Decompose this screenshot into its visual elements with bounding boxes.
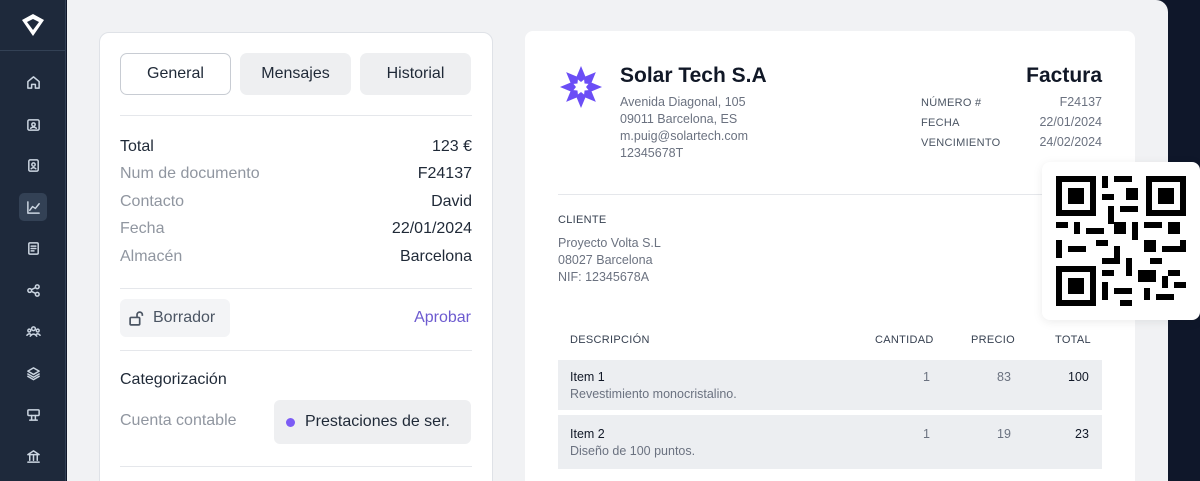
- document-detail-panel: General Mensajes Historial Total 123 € N…: [99, 32, 493, 481]
- account-label: Cuenta contable: [120, 412, 237, 429]
- company-name: Solar Tech S.A: [620, 64, 767, 87]
- company-email: m.puig@solartech.com: [620, 129, 749, 143]
- client-tax-id: NIF: 12345678A: [558, 270, 650, 284]
- client-address-line: 08027 Barcelona: [558, 253, 653, 267]
- detail-row-date: Fecha 22/01/2024: [120, 220, 472, 238]
- detail-label: Almacén: [120, 248, 183, 265]
- column-header-description: DESCRIPCIÓN: [570, 334, 650, 346]
- invoice-date-label: FECHA: [921, 117, 960, 129]
- item-quantity: 1: [923, 370, 930, 384]
- invoice-date-value: 22/01/2024: [1039, 115, 1102, 129]
- column-header-quantity: CANTIDAD: [875, 334, 934, 346]
- invoice-divider: [558, 194, 1102, 195]
- detail-label: Fecha: [120, 220, 165, 237]
- detail-row-document-number: Num de documento F24137: [120, 165, 472, 183]
- divider: [120, 350, 472, 351]
- divider: [120, 466, 472, 467]
- item-total: 23: [1075, 427, 1089, 441]
- detail-value: 22/01/2024: [391, 220, 472, 237]
- layers-icon[interactable]: [19, 359, 47, 387]
- table-row: Item 1 Revestimiento monocristalino. 1 8…: [558, 360, 1102, 410]
- item-description: Diseño de 100 puntos.: [570, 444, 696, 458]
- item-price: 83: [997, 370, 1011, 384]
- detail-label: Num de documento: [120, 165, 260, 182]
- solar-brand-icon: [560, 66, 602, 108]
- item-name: Item 2: [570, 427, 605, 441]
- qr-code-card: [1042, 162, 1200, 320]
- detail-value: F24137: [417, 165, 472, 182]
- company-tax-id: 12345678T: [620, 146, 684, 160]
- qr-code-icon: [1056, 176, 1186, 306]
- detail-value: 123 €: [431, 138, 472, 155]
- detail-value: Barcelona: [399, 248, 472, 265]
- client-label: CLIENTE: [558, 214, 607, 226]
- sidebar: [0, 0, 66, 481]
- item-quantity: 1: [923, 427, 930, 441]
- categorization-title: Categorización: [120, 371, 227, 388]
- invoice-number-label: NÚMERO #: [921, 97, 982, 109]
- unlock-icon: [129, 310, 144, 326]
- sidebar-divider: [0, 50, 66, 51]
- app-logo[interactable]: [20, 12, 46, 38]
- table-row: Item 2 Diseño de 100 puntos. 1 19 23: [558, 415, 1102, 469]
- account-value: Prestaciones de ser.: [305, 413, 450, 430]
- invoice-number-value: F24137: [1059, 95, 1102, 109]
- category-dot-icon: [286, 417, 295, 427]
- invoice-title: Factura: [1026, 64, 1102, 87]
- home-icon[interactable]: [19, 68, 47, 96]
- contact-card-icon[interactable]: [19, 110, 47, 138]
- document-icon[interactable]: [19, 234, 47, 262]
- tab-historial[interactable]: Historial: [360, 53, 471, 95]
- company-address-line: Avenida Diagonal, 105: [620, 95, 746, 109]
- detail-label: Contacto: [120, 193, 185, 210]
- item-total: 100: [1068, 370, 1089, 384]
- draft-label: Borrador: [153, 309, 216, 326]
- detail-row-total: Total 123 €: [120, 138, 472, 156]
- detail-label: Total: [120, 138, 154, 155]
- invoice-due-label: VENCIMIENTO: [921, 137, 1001, 149]
- sign-icon[interactable]: [19, 400, 47, 428]
- divider: [120, 115, 472, 116]
- account-select[interactable]: Prestaciones de ser.: [274, 400, 471, 444]
- share-icon[interactable]: [19, 276, 47, 304]
- draft-status-button[interactable]: Borrador: [120, 299, 230, 337]
- item-description: Revestimiento monocristalino.: [570, 387, 737, 401]
- chart-icon[interactable]: [19, 193, 47, 221]
- item-price: 19: [997, 427, 1011, 441]
- detail-row-warehouse: Almacén Barcelona: [120, 248, 472, 266]
- address-book-icon[interactable]: [19, 151, 47, 179]
- invoice-due-value: 24/02/2024: [1039, 135, 1102, 149]
- client-name: Proyecto Volta S.L: [558, 236, 661, 250]
- company-address-line: 09011 Barcelona, ES: [620, 112, 738, 126]
- divider: [120, 288, 472, 289]
- detail-value: David: [431, 193, 472, 210]
- approve-link[interactable]: Aprobar: [414, 309, 471, 327]
- detail-row-contact: Contacto David: [120, 193, 472, 211]
- app-frame: General Mensajes Historial Total 123 € N…: [67, 0, 1168, 481]
- tab-general[interactable]: General: [120, 53, 231, 95]
- tab-mensajes[interactable]: Mensajes: [240, 53, 351, 95]
- column-header-total: TOTAL: [1055, 334, 1091, 346]
- bank-icon[interactable]: [19, 442, 47, 470]
- users-icon[interactable]: [19, 317, 47, 345]
- column-header-price: PRECIO: [971, 334, 1015, 346]
- item-name: Item 1: [570, 370, 605, 384]
